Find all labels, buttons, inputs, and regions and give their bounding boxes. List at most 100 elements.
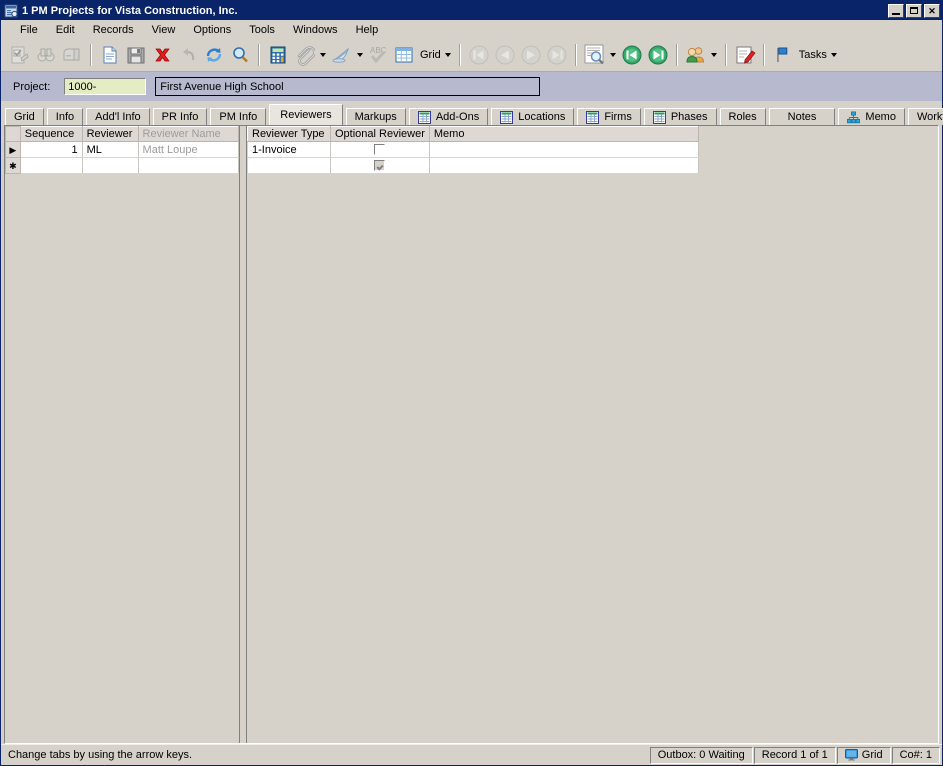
menu-item-options[interactable]: Options	[184, 22, 240, 38]
notes-pencil-icon[interactable]	[732, 42, 758, 68]
mailbox-icon[interactable]	[59, 42, 85, 68]
reviewers-grid-left[interactable]: Sequence Reviewer Reviewer Name ▶ 1 ML M…	[5, 126, 240, 174]
cell-reviewer-type[interactable]: 1-Invoice	[247, 141, 331, 158]
column-header-reviewer-type[interactable]: Reviewer Type	[247, 126, 331, 142]
cell-reviewer[interactable]: ML	[81, 141, 139, 158]
menu-item-tools[interactable]: Tools	[240, 22, 284, 38]
nav-last-record-icon[interactable]	[544, 42, 570, 68]
cell-memo[interactable]	[428, 141, 699, 158]
cell-reviewer-name[interactable]	[137, 157, 240, 174]
tab-content-reviewers: Sequence Reviewer Reviewer Name ▶ 1 ML M…	[4, 125, 939, 744]
scanner-icon[interactable]	[328, 42, 354, 68]
title-bar: 1 PM Projects for Vista Construction, In…	[1, 1, 942, 20]
column-header-reviewer-name[interactable]: Reviewer Name	[137, 126, 240, 142]
cell-sequence[interactable]	[19, 157, 83, 174]
tasks-button-label[interactable]: Tasks	[796, 49, 829, 61]
table-row[interactable]: ✱	[5, 157, 240, 174]
optional-reviewer-checkbox[interactable]	[374, 160, 386, 172]
tab-grid[interactable]: Grid	[5, 108, 44, 125]
optional-reviewer-checkbox[interactable]	[374, 144, 386, 156]
cell-reviewer-type[interactable]	[247, 157, 331, 174]
cell-sequence[interactable]: 1	[19, 141, 83, 158]
reviewers-grid-right[interactable]: Reviewer Type Optional Reviewer Memo 1-I…	[247, 126, 699, 174]
tab-addl-info[interactable]: Add'l Info	[86, 108, 150, 125]
tab-memo[interactable]: Memo	[838, 108, 905, 125]
row-selector-new[interactable]: ✱	[5, 157, 21, 174]
cell-optional-reviewer[interactable]	[330, 157, 430, 174]
cell-reviewer[interactable]	[81, 157, 139, 174]
users-dropdown-caret-icon[interactable]	[709, 42, 720, 68]
column-header-optional-reviewer[interactable]: Optional Reviewer	[330, 126, 430, 142]
form-checklist-icon[interactable]	[7, 42, 33, 68]
grid-table-icon[interactable]	[391, 42, 417, 68]
menu-item-file[interactable]: File	[11, 22, 47, 38]
table-row[interactable]: 1-Invoice	[247, 141, 699, 158]
tab-label: Notes	[787, 111, 817, 123]
cell-optional-reviewer[interactable]	[330, 141, 430, 158]
grid-button-label[interactable]: Grid	[417, 49, 443, 61]
table-row[interactable]: ▶ 1 ML Matt Loupe	[5, 141, 240, 158]
tab-roles[interactable]: Roles	[719, 108, 766, 125]
undo-arrow-icon[interactable]	[175, 42, 201, 68]
tab-locations[interactable]: Locations	[491, 108, 575, 125]
tab-markups[interactable]: Markups	[345, 108, 406, 125]
attachment-dropdown-caret-icon[interactable]	[317, 42, 328, 68]
row-selector-current[interactable]: ▶	[5, 141, 21, 158]
menu-item-help[interactable]: Help	[347, 22, 388, 38]
menu-item-records[interactable]: Records	[84, 22, 143, 38]
calculator-icon[interactable]	[265, 42, 291, 68]
tab-reviewers[interactable]: Reviewers	[269, 104, 343, 125]
nav-first-record-icon[interactable]	[466, 42, 492, 68]
tab-notes[interactable]: Notes	[768, 108, 836, 125]
delete-red-x-icon[interactable]	[149, 42, 175, 68]
status-view-mode: Grid	[836, 746, 891, 764]
report-preview-icon[interactable]	[582, 42, 608, 68]
tasks-flag-icon[interactable]	[770, 42, 796, 68]
project-code-input[interactable]: 1000-	[64, 78, 147, 95]
tab-add-ons[interactable]: Add-Ons	[408, 108, 489, 125]
maximize-button[interactable]	[906, 3, 922, 18]
nav-next-record-icon[interactable]	[518, 42, 544, 68]
goto-end-green-icon[interactable]	[645, 42, 671, 68]
tab-label: PR Info	[161, 111, 199, 123]
window-controls: ✕	[888, 3, 940, 18]
nav-previous-record-icon[interactable]	[492, 42, 518, 68]
cell-memo[interactable]	[428, 157, 699, 174]
tab-info[interactable]: Info	[46, 108, 84, 125]
monitor-icon	[844, 749, 858, 761]
menu-item-view[interactable]: View	[143, 22, 185, 38]
report-dropdown-caret-icon[interactable]	[608, 42, 619, 68]
spellcheck-abc-icon[interactable]: ABC	[365, 42, 391, 68]
tab-phases[interactable]: Phases	[643, 108, 717, 125]
column-header-reviewer[interactable]: Reviewer	[81, 126, 139, 142]
table-header-row: Reviewer Type Optional Reviewer Memo	[247, 126, 699, 142]
new-document-icon[interactable]	[97, 42, 123, 68]
project-name-input[interactable]: First Avenue High School	[155, 77, 541, 96]
menu-item-windows[interactable]: Windows	[284, 22, 347, 38]
menu-item-edit[interactable]: Edit	[47, 22, 84, 38]
column-header-memo[interactable]: Memo	[428, 126, 699, 142]
tab-pr-info[interactable]: PR Info	[152, 108, 208, 125]
tab-workflow[interactable]: Workflow	[907, 108, 943, 125]
tab-pm-info[interactable]: PM Info	[210, 108, 267, 125]
tab-firms[interactable]: Firms	[577, 108, 641, 125]
grid-tab-icon	[652, 110, 666, 124]
search-magnifier-icon[interactable]	[227, 42, 253, 68]
scanner-dropdown-caret-icon[interactable]	[354, 42, 365, 68]
grid-splitter-handle[interactable]	[239, 126, 247, 743]
users-people-icon[interactable]	[683, 42, 709, 68]
cell-reviewer-name[interactable]: Matt Loupe	[137, 141, 240, 158]
close-button[interactable]: ✕	[924, 3, 940, 18]
refresh-blue-arrows-icon[interactable]	[201, 42, 227, 68]
binoculars-find-icon[interactable]	[33, 42, 59, 68]
tasks-dropdown-caret-icon[interactable]	[829, 42, 840, 68]
minimize-button[interactable]	[888, 3, 904, 18]
goto-start-green-icon[interactable]	[619, 42, 645, 68]
attachment-paperclip-icon[interactable]	[291, 42, 317, 68]
window-title: 1 PM Projects for Vista Construction, In…	[22, 4, 238, 17]
table-row[interactable]	[247, 157, 699, 174]
status-bar: Change tabs by using the arrow keys. Out…	[1, 744, 942, 765]
column-header-sequence[interactable]: Sequence	[19, 126, 83, 142]
save-floppy-icon[interactable]	[123, 42, 149, 68]
grid-dropdown-caret-icon[interactable]	[443, 42, 454, 68]
